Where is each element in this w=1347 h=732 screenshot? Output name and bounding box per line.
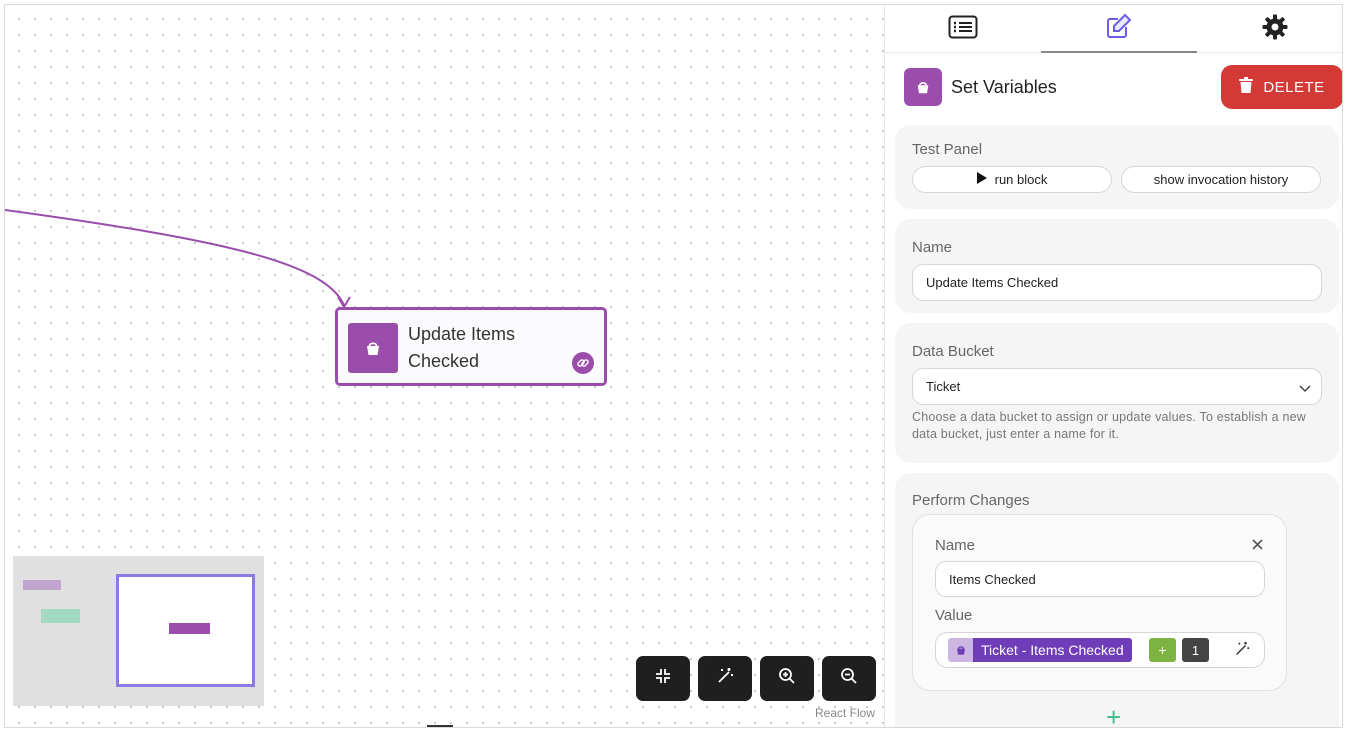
edit-icon (1106, 13, 1132, 44)
name-card: Name Update Items Checked (895, 219, 1339, 313)
minimap[interactable] (13, 556, 264, 706)
node-title: Update Items Checked (408, 324, 516, 371)
minimap-node (41, 609, 80, 623)
change-name-label: Name (935, 537, 976, 554)
number-chip[interactable]: 1 (1182, 638, 1209, 662)
data-bucket-card: Data Bucket Ticket Choose a data bucket … (895, 323, 1339, 463)
data-bucket-help: Choose a data bucket to assign or update… (912, 410, 1306, 441)
chevron-down-icon (1299, 381, 1311, 396)
minimap-node (169, 623, 210, 634)
tab-edit[interactable] (1041, 5, 1197, 53)
app-frame: Update Items Checked React Flow Set Vari… (4, 4, 1343, 728)
trash-icon (1239, 77, 1254, 97)
minimap-node (23, 580, 61, 590)
change-value-label: Value (935, 607, 973, 624)
panel-tabs (885, 5, 1342, 53)
change-name-input[interactable]: Items Checked (935, 561, 1265, 597)
data-bucket-value: Ticket (926, 379, 961, 394)
gear-icon (1262, 14, 1288, 45)
run-block-button[interactable]: run block (912, 166, 1112, 193)
compress-icon (655, 668, 671, 689)
scroll-indicator (427, 725, 453, 727)
test-panel-card: Test Panel run block show invocation his… (895, 125, 1339, 209)
add-change-button[interactable]: + (1106, 704, 1121, 727)
variable-chip-label: Ticket - Items Checked (973, 638, 1132, 662)
change-value-input[interactable]: Ticket - Items Checked + 1 (935, 632, 1265, 668)
flow-node[interactable]: Update Items Checked (335, 307, 607, 386)
react-flow-attribution[interactable]: React Flow (815, 706, 875, 720)
zoom-out-icon (840, 667, 858, 690)
tab-list[interactable] (885, 5, 1041, 53)
list-icon (948, 15, 978, 44)
close-icon[interactable] (1252, 537, 1263, 555)
perform-changes-card: Perform Changes Name Items Checked Value (895, 473, 1339, 727)
minimap-viewport[interactable] (116, 574, 255, 687)
zoom-in-button[interactable] (760, 656, 814, 701)
bucket-icon (948, 638, 973, 662)
zoom-in-icon (778, 667, 796, 690)
bucket-icon (904, 68, 942, 106)
magic-wand-icon[interactable] (1234, 641, 1250, 662)
play-icon (976, 172, 987, 187)
fit-view-button[interactable] (636, 656, 690, 701)
magic-wand-icon (716, 667, 734, 690)
auto-layout-button[interactable] (698, 656, 752, 701)
side-panel: Set Variables DELETE Test Panel run bloc… (884, 5, 1342, 727)
name-input[interactable]: Update Items Checked (912, 264, 1322, 301)
delete-label: DELETE (1263, 78, 1325, 96)
show-invocation-history-button[interactable]: show invocation history (1121, 166, 1321, 193)
data-bucket-label: Data Bucket (912, 343, 994, 360)
flow-controls (636, 656, 876, 701)
variable-chip[interactable]: Ticket - Items Checked (948, 638, 1132, 662)
operator-plus-chip[interactable]: + (1149, 638, 1176, 662)
link-icon[interactable] (572, 352, 594, 374)
name-label: Name (912, 239, 953, 256)
perform-changes-label: Perform Changes (912, 492, 1030, 509)
test-panel-label: Test Panel (912, 141, 983, 158)
panel-title: Set Variables (951, 77, 1057, 97)
tab-settings[interactable] (1197, 5, 1342, 53)
zoom-out-button[interactable] (822, 656, 876, 701)
data-bucket-select[interactable]: Ticket (912, 368, 1322, 405)
change-item: Name Items Checked Value Ticket - Items … (912, 514, 1287, 691)
delete-button[interactable]: DELETE (1221, 65, 1342, 109)
run-block-label: run block (994, 172, 1048, 187)
flow-canvas[interactable]: Update Items Checked React Flow (5, 5, 884, 727)
bucket-icon (348, 323, 398, 373)
